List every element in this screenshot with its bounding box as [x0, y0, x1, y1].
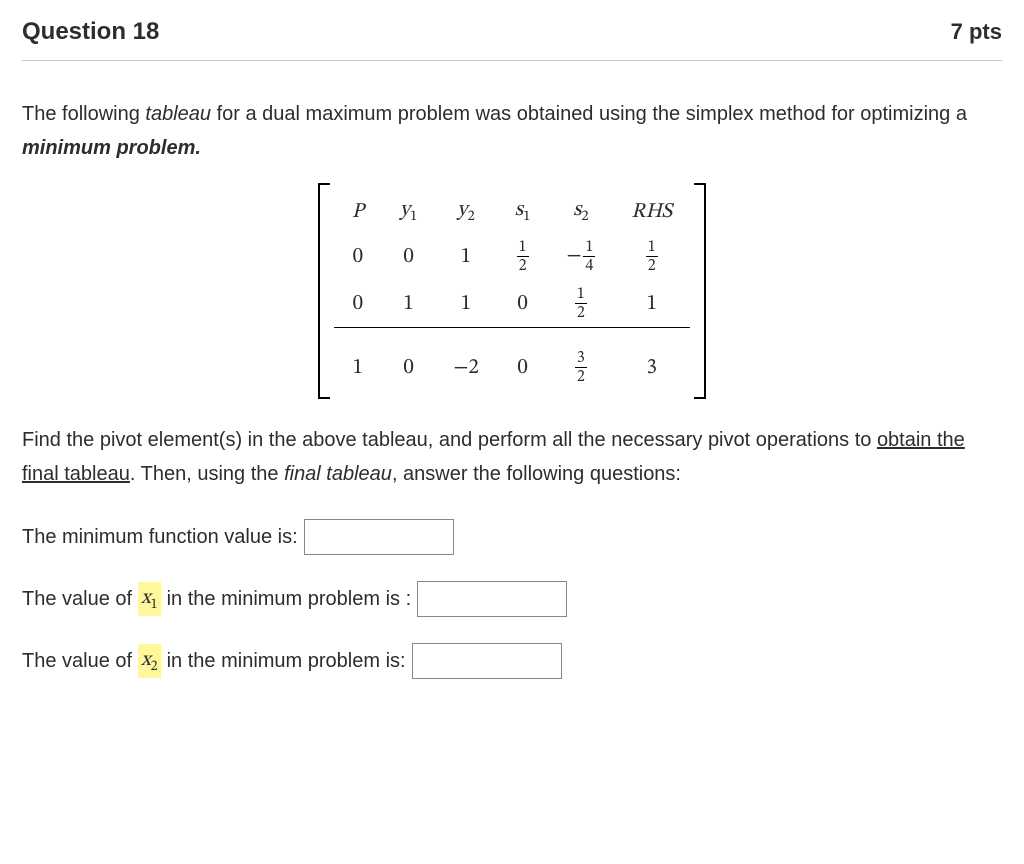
- col-RHS: RHS: [613, 191, 690, 233]
- bracket-right: [694, 183, 706, 399]
- prompt-part1: The following: [22, 103, 145, 125]
- q3-post: in the minimum problem is:: [167, 645, 406, 677]
- answer-row-x1: The value of x1 in the minimum problem i…: [22, 581, 1002, 617]
- prompt-part2: for a dual maximum problem was obtained …: [211, 103, 967, 125]
- x2-variable: x2: [138, 644, 161, 678]
- instr-part3: , answer the following questions:: [392, 463, 681, 485]
- q3-var: x: [141, 650, 151, 670]
- cell: 0: [497, 328, 549, 392]
- cell: 12: [497, 233, 549, 280]
- col-y2-sub: 2: [467, 211, 474, 225]
- question-points: 7 pts: [951, 19, 1002, 45]
- frac-den: 2: [575, 368, 587, 385]
- cell: −14: [548, 233, 613, 280]
- cell: 1: [435, 280, 497, 328]
- q1-label: The minimum function value is:: [22, 521, 298, 553]
- instructions-text: Find the pivot element(s) in the above t…: [22, 423, 1002, 491]
- q3-sub: 2: [151, 660, 158, 674]
- tableau-wrapper: P y1 y2 s1 s2 RHS 0 0 1 12 −14 12 0: [22, 183, 1002, 399]
- answer-row-min-value: The minimum function value is:: [22, 519, 1002, 555]
- q2-var: x: [141, 588, 151, 608]
- col-s2-sub: 2: [581, 211, 588, 225]
- cell: 1: [613, 280, 690, 328]
- frac-den: 2: [517, 257, 529, 274]
- table-row: 1 0 −2 0 32 3: [334, 328, 690, 392]
- bracket-left: [318, 183, 330, 399]
- instr-part1: Find the pivot element(s) in the above t…: [22, 429, 877, 451]
- col-s1: s1: [497, 191, 549, 233]
- frac-num: 3: [575, 350, 587, 368]
- answers-block: The minimum function value is: The value…: [22, 519, 1002, 679]
- answer-row-x2: The value of x2 in the minimum problem i…: [22, 643, 1002, 679]
- tableau-matrix: P y1 y2 s1 s2 RHS 0 0 1 12 −14 12 0: [318, 183, 706, 399]
- col-s1-sub: 1: [523, 211, 530, 225]
- cell: 0: [334, 233, 382, 280]
- prompt-text: The following tableau for a dual maximum…: [22, 97, 1002, 165]
- cell: 32: [548, 328, 613, 392]
- frac-den: 2: [575, 304, 587, 321]
- frac-den: 4: [583, 257, 595, 274]
- col-y2: y2: [435, 191, 497, 233]
- instr-final-tab: final tableau: [284, 463, 392, 485]
- table-row: 0 1 1 0 12 1: [334, 280, 690, 328]
- q2-post: in the minimum problem is :: [167, 583, 412, 615]
- col-s2: s2: [548, 191, 613, 233]
- cell: −2: [435, 328, 497, 392]
- neg-sign: −: [566, 245, 581, 266]
- cell: 3: [613, 328, 690, 392]
- col-s1-var: s: [515, 199, 523, 220]
- frac-num: 1: [575, 286, 587, 304]
- frac-num: 1: [646, 239, 658, 257]
- frac-num: 1: [583, 239, 595, 257]
- cell: 1: [382, 280, 435, 328]
- prompt-minprob-word: minimum problem.: [22, 137, 201, 159]
- q2-sub: 1: [151, 598, 158, 612]
- question-header: Question 18 7 pts: [22, 18, 1002, 61]
- x1-value-input[interactable]: [417, 581, 567, 617]
- cell: 0: [382, 328, 435, 392]
- matrix-table: P y1 y2 s1 s2 RHS 0 0 1 12 −14 12 0: [334, 191, 690, 391]
- question-container: Question 18 7 pts The following tableau …: [0, 0, 1024, 723]
- instr-part2: . Then, using the: [130, 463, 284, 485]
- cell: 12: [613, 233, 690, 280]
- q2-pre: The value of: [22, 583, 132, 615]
- col-y2-var: y: [457, 199, 467, 220]
- col-y1-sub: 1: [410, 211, 417, 225]
- cell: 0: [382, 233, 435, 280]
- question-title: Question 18: [22, 18, 159, 46]
- x2-value-input[interactable]: [412, 643, 562, 679]
- prompt-tableau-word: tableau: [145, 103, 211, 125]
- frac-den: 2: [646, 257, 658, 274]
- cell: 0: [334, 280, 382, 328]
- cell: 1: [334, 328, 382, 392]
- table-row: 0 0 1 12 −14 12: [334, 233, 690, 280]
- col-y1: y1: [382, 191, 435, 233]
- col-P: P: [334, 191, 382, 233]
- q3-pre: The value of: [22, 645, 132, 677]
- frac-num: 1: [517, 239, 529, 257]
- x1-variable: x1: [138, 582, 161, 616]
- matrix-header-row: P y1 y2 s1 s2 RHS: [334, 191, 690, 233]
- cell: 12: [548, 280, 613, 328]
- col-y1-var: y: [400, 199, 410, 220]
- min-value-input[interactable]: [304, 519, 454, 555]
- cell: 1: [435, 233, 497, 280]
- cell: 0: [497, 280, 549, 328]
